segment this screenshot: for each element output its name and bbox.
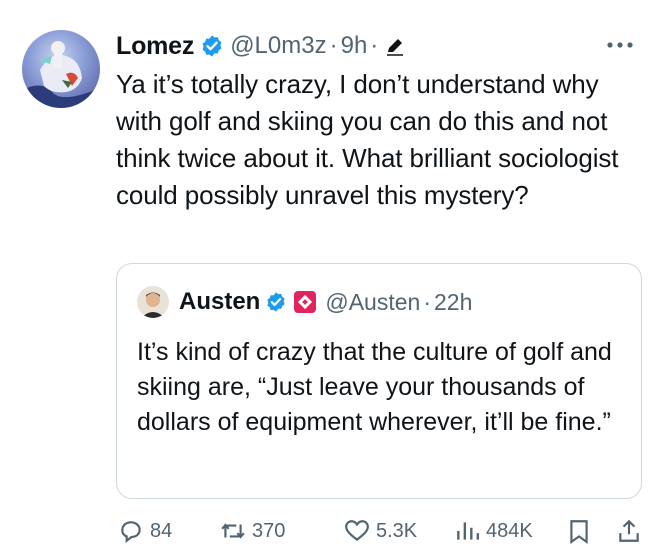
verified-icon bbox=[202, 35, 222, 57]
reply-count: 84 bbox=[150, 519, 173, 542]
separator-dot: · bbox=[329, 32, 338, 59]
tweet-header: Lomez @L0m3z · 9h · bbox=[116, 29, 405, 63]
quote-time[interactable]: 22h bbox=[434, 289, 472, 316]
repost-icon bbox=[221, 523, 245, 539]
bookmark-icon bbox=[570, 520, 588, 544]
quote-separator: · bbox=[423, 288, 431, 315]
views-icon bbox=[457, 522, 480, 540]
like-icon bbox=[345, 520, 369, 542]
tweet-text: Ya it’s totally crazy, I don’t understan… bbox=[116, 69, 619, 210]
tweet[interactable]: Lomez @L0m3z · 9h · Ya it’s totally craz… bbox=[0, 0, 664, 553]
like-count: 5.3K bbox=[376, 519, 418, 542]
reply-icon bbox=[121, 521, 141, 543]
verified-icon bbox=[267, 292, 285, 312]
repost-button[interactable]: 370 bbox=[220, 513, 285, 549]
quote-header: Austen @Austen · 22h bbox=[137, 286, 472, 318]
views-count: 484K bbox=[486, 519, 533, 542]
bookmark-button[interactable] bbox=[566, 513, 592, 549]
like-button[interactable]: 5.3K bbox=[344, 513, 417, 549]
quoted-tweet[interactable]: Austen @Austen · 22h It’s kind of crazy … bbox=[116, 263, 642, 499]
share-icon bbox=[619, 519, 639, 542]
author-handle[interactable]: @L0m3z bbox=[230, 32, 326, 60]
more-icon[interactable] bbox=[606, 40, 634, 50]
views-button[interactable]: 484K bbox=[454, 513, 533, 549]
quote-avatar[interactable] bbox=[137, 286, 169, 318]
quote-text: It’s kind of crazy that the culture of g… bbox=[137, 338, 612, 436]
pencil-icon bbox=[387, 39, 404, 56]
quote-author-handle[interactable]: @Austen bbox=[325, 289, 420, 316]
share-button[interactable] bbox=[616, 513, 642, 549]
tweet-time[interactable]: 9h bbox=[341, 32, 368, 60]
reply-button[interactable]: 84 bbox=[118, 513, 172, 549]
author-avatar[interactable] bbox=[22, 30, 100, 108]
affiliate-badge-icon bbox=[294, 291, 317, 313]
repost-count: 370 bbox=[252, 519, 286, 542]
action-bar: 84 370 5.3K 484K bbox=[118, 513, 646, 549]
author-name[interactable]: Lomez bbox=[116, 32, 194, 61]
separator-dot-2: · bbox=[370, 32, 379, 59]
quote-author-name[interactable]: Austen bbox=[179, 288, 260, 316]
